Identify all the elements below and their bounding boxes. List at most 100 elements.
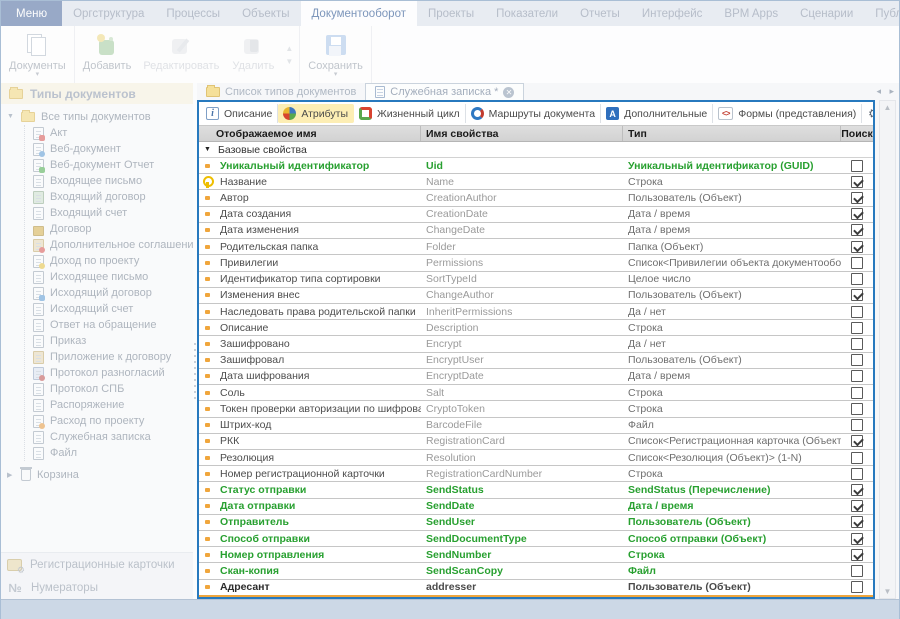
table-row[interactable]: Скан-копия SendScanCopy Файл xyxy=(199,563,873,579)
scroll-up-icon[interactable]: ▲ xyxy=(880,103,895,112)
table-row[interactable]: Идентификатор типа сортировки SortTypeId… xyxy=(199,272,873,288)
search-checkbox[interactable] xyxy=(851,192,863,204)
search-checkbox[interactable] xyxy=(851,176,863,188)
tree-item[interactable]: Входящий договор xyxy=(25,189,193,205)
tree-item[interactable]: Веб-документ xyxy=(25,141,193,157)
vertical-scrollbar[interactable]: ▲ ▼ xyxy=(879,100,896,599)
search-checkbox[interactable] xyxy=(851,224,863,236)
table-row[interactable]: Название Name Строка xyxy=(199,174,873,190)
editor-tab[interactable]: Дополнительные xyxy=(601,104,713,123)
tree-item[interactable]: Расход по проекту xyxy=(25,413,193,429)
tree-item[interactable]: Исходящий договор xyxy=(25,285,193,301)
tree-root-all-types[interactable]: ▼ Все типы документов xyxy=(1,108,193,125)
move-down-icon[interactable]: ▼ xyxy=(285,57,293,66)
search-checkbox[interactable] xyxy=(851,273,863,285)
search-checkbox[interactable] xyxy=(851,452,863,464)
table-row[interactable]: Резолюция Resolution Список<Резолюция (О… xyxy=(199,450,873,466)
toolbar-button[interactable]: Удалить ▾ xyxy=(225,29,281,80)
table-row[interactable]: Дата изменения ChangeDate Дата / время xyxy=(199,223,873,239)
menubar-item[interactable]: Сценарии xyxy=(789,1,864,26)
tree-item[interactable]: Приказ xyxy=(25,333,193,349)
table-row[interactable]: Наследовать права родительской папки Inh… xyxy=(199,304,873,320)
table-row[interactable]: Номер регистрационной карточки Registrat… xyxy=(199,466,873,482)
search-checkbox[interactable] xyxy=(851,419,863,431)
tree-item[interactable]: Входящий счет xyxy=(25,205,193,221)
search-checkbox[interactable] xyxy=(851,516,863,528)
table-row[interactable]: Способ отправки SendDocumentType Способ … xyxy=(199,531,873,547)
search-checkbox[interactable] xyxy=(851,208,863,220)
table-row[interactable]: Токен проверки авторизации по шифрованию… xyxy=(199,401,873,417)
table-row[interactable]: Зашифровал EncryptUser Пользователь (Объ… xyxy=(199,353,873,369)
tree-item[interactable]: Акт xyxy=(25,125,193,141)
scroll-down-icon[interactable]: ▼ xyxy=(880,587,895,596)
table-row[interactable]: Соль Salt Строка xyxy=(199,385,873,401)
tree-item[interactable]: Ответ на обращение xyxy=(25,317,193,333)
menubar-item[interactable]: Проекты xyxy=(417,1,485,26)
table-row[interactable]: Дата шифрования EncryptDate Дата / время xyxy=(199,369,873,385)
tree-item[interactable]: Исходящий счет xyxy=(25,301,193,317)
close-icon[interactable]: ✕ xyxy=(503,87,514,98)
toolbar-button[interactable]: Документы ▾ xyxy=(3,29,72,80)
move-arrows[interactable]: ▲ ▼ xyxy=(281,29,297,80)
table-row[interactable]: Привилегии Permissions Список<Привилегии… xyxy=(199,255,873,271)
tree-item[interactable]: Исходящее письмо xyxy=(25,269,193,285)
column-header-search[interactable]: Поиск xyxy=(841,126,873,141)
table-row[interactable]: Адресант addresser Пользователь (Объект) xyxy=(199,580,873,597)
search-checkbox[interactable] xyxy=(851,435,863,447)
tree-item[interactable]: Доход по проекту xyxy=(25,253,193,269)
editor-tab[interactable]: Маршруты документа xyxy=(466,104,601,123)
toolbar-button[interactable]: Добавить ▾ xyxy=(77,29,138,80)
menubar-item[interactable]: Показатели xyxy=(485,1,569,26)
table-row[interactable]: Дата создания CreationDate Дата / время xyxy=(199,207,873,223)
menubar-item[interactable]: Публикация xyxy=(864,1,900,26)
column-header-display-name[interactable]: Отображаемое имя xyxy=(199,126,421,141)
menubar-item[interactable]: Меню xyxy=(1,1,62,26)
table-row[interactable]: Отправитель SendUser Пользователь (Объек… xyxy=(199,515,873,531)
column-header-property-name[interactable]: Имя свойства xyxy=(421,126,623,141)
tab-scroll-arrows[interactable]: ◂ ▸ xyxy=(876,86,897,97)
tree-item[interactable]: Протокол разногласий xyxy=(25,365,193,381)
editor-tab[interactable]: Атрибуты xyxy=(278,104,354,123)
search-checkbox[interactable] xyxy=(851,533,863,545)
editor-tab[interactable]: Формы (представления) xyxy=(713,104,862,123)
menubar-item[interactable]: Оргструктура xyxy=(62,1,155,26)
search-checkbox[interactable] xyxy=(851,370,863,382)
search-checkbox[interactable] xyxy=(851,500,863,512)
table-row[interactable]: Номер отправления SendNumber Строка xyxy=(199,547,873,563)
table-row[interactable]: Дата отправки SendDate Дата / время xyxy=(199,499,873,515)
column-header-type[interactable]: Тип xyxy=(623,126,841,141)
menubar-item[interactable]: Объекты xyxy=(231,1,300,26)
tree-item[interactable]: Распоряжение xyxy=(25,397,193,413)
toolbar-button[interactable]: Редактировать ▾ xyxy=(137,29,225,80)
search-checkbox[interactable] xyxy=(851,289,863,301)
tree-item[interactable]: Приложение к договору xyxy=(25,349,193,365)
table-row[interactable]: Уникальный идентификатор Uid Уникальный … xyxy=(199,158,873,174)
toolbar-button[interactable]: Сохранить ▾ xyxy=(302,29,369,80)
search-checkbox[interactable] xyxy=(851,354,863,366)
search-checkbox[interactable] xyxy=(851,241,863,253)
table-row[interactable]: Автор CreationAuthor Пользователь (Объек… xyxy=(199,190,873,206)
search-checkbox[interactable] xyxy=(851,484,863,496)
panel-registration-cards[interactable]: Регистрационные карточки xyxy=(1,553,193,576)
editor-tab[interactable]: Описание xyxy=(201,104,278,123)
search-checkbox[interactable] xyxy=(851,403,863,415)
menubar-item[interactable]: BPM Apps xyxy=(713,1,789,26)
tree-item-trash[interactable]: ▶ Корзина xyxy=(1,467,193,483)
search-checkbox[interactable] xyxy=(851,565,863,577)
menubar-item[interactable]: Отчеты xyxy=(569,1,631,26)
search-checkbox[interactable] xyxy=(851,257,863,269)
tree-item[interactable]: Протокол СПБ xyxy=(25,381,193,397)
menubar-item[interactable]: Интерфейс xyxy=(631,1,714,26)
tree-item[interactable]: Договор xyxy=(25,221,193,237)
search-checkbox[interactable] xyxy=(851,338,863,350)
move-up-icon[interactable]: ▲ xyxy=(285,44,293,53)
search-checkbox[interactable] xyxy=(851,581,863,593)
collapse-icon[interactable]: ▼ xyxy=(204,146,212,153)
search-checkbox[interactable] xyxy=(851,387,863,399)
search-checkbox[interactable] xyxy=(851,549,863,561)
document-tab[interactable]: Список типов документов ✕ xyxy=(197,83,365,100)
tree-item[interactable]: Дополнительное соглашение xyxy=(25,237,193,253)
editor-tab[interactable]: Жизненный цикл xyxy=(354,104,466,123)
search-checkbox[interactable] xyxy=(851,160,863,172)
editor-tab[interactable]: Сценарии xyxy=(862,104,873,123)
